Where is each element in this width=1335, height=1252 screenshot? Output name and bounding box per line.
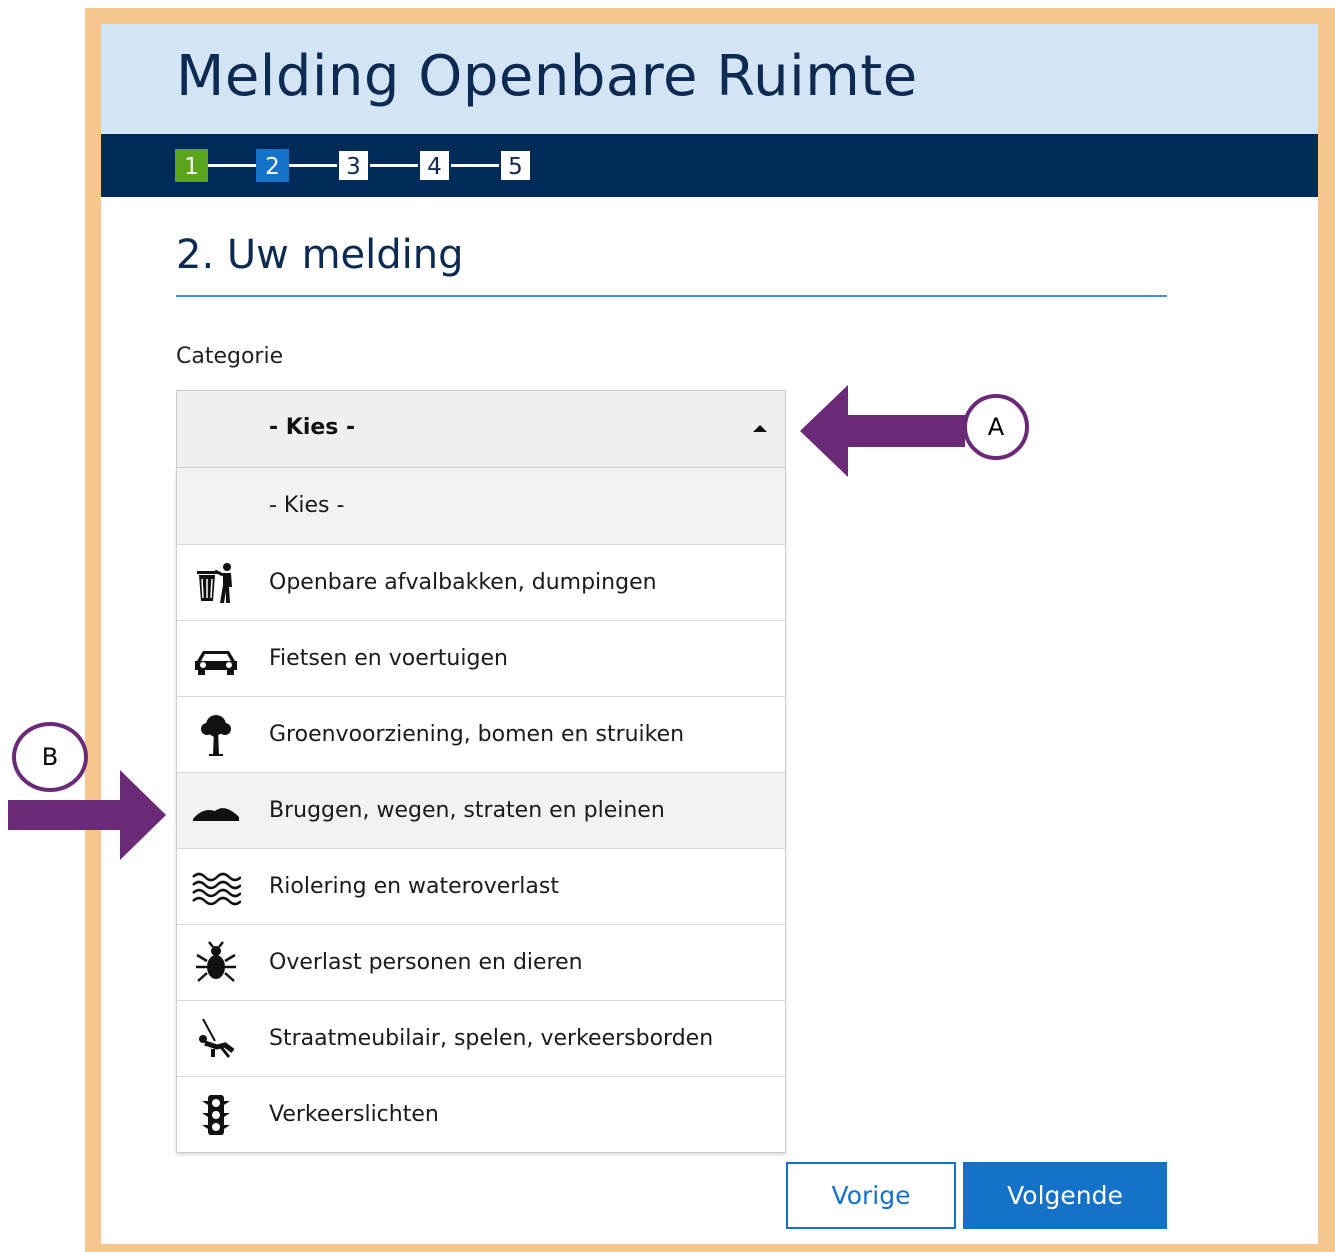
step-3[interactable]: 3 <box>337 149 370 182</box>
annotation-badge-b: B <box>12 722 88 792</box>
option-label: Bruggen, wegen, straten en pleinen <box>269 798 665 823</box>
option-label: Riolering en wateroverlast <box>269 874 559 899</box>
category-dropdown-list: - Kies - Openbare afvalbakken, dumpingen <box>176 468 786 1153</box>
category-option-nuisance[interactable]: Overlast personen en dieren <box>177 924 785 1000</box>
category-option-greenery[interactable]: Groenvoorziening, bomen en struiken <box>177 696 785 772</box>
tree-icon <box>191 713 241 757</box>
category-option-placeholder[interactable]: - Kies - <box>177 468 785 544</box>
option-label: Fietsen en voertuigen <box>269 646 508 671</box>
step-indicator: 1 2 3 4 5 <box>101 134 1318 197</box>
step-2[interactable]: 2 <box>256 149 289 182</box>
trash-person-icon <box>191 561 241 605</box>
car-icon <box>191 637 241 681</box>
category-option-vehicles[interactable]: Fietsen en voertuigen <box>177 620 785 696</box>
category-option-traffic-lights[interactable]: Verkeerslichten <box>177 1076 785 1152</box>
option-label: Groenvoorziening, bomen en struiken <box>269 722 685 747</box>
bug-icon <box>191 941 241 985</box>
category-option-waste[interactable]: Openbare afvalbakken, dumpingen <box>177 544 785 620</box>
option-label: Openbare afvalbakken, dumpingen <box>269 570 657 595</box>
option-label: Straatmeubilair, spelen, verkeersborden <box>269 1026 714 1051</box>
category-option-sewer[interactable]: Riolering en wateroverlast <box>177 848 785 924</box>
traffic-light-icon <box>191 1093 241 1137</box>
annotation-arrow-a <box>800 385 965 477</box>
category-option-street-furniture[interactable]: Straatmeubilair, spelen, verkeersborden <box>177 1000 785 1076</box>
app-title: Melding Openbare Ruimte <box>176 44 918 109</box>
option-label: Overlast personen en dieren <box>269 950 583 975</box>
annotation-badge-a: A <box>963 394 1029 460</box>
water-waves-icon <box>191 865 241 909</box>
previous-button[interactable]: Vorige <box>786 1162 956 1229</box>
swing-icon <box>191 1017 241 1061</box>
section-title: 2. Uw melding <box>176 232 464 278</box>
category-select[interactable]: - Kies - <box>176 390 786 468</box>
next-button[interactable]: Volgende <box>963 1162 1167 1229</box>
step-1[interactable]: 1 <box>175 149 208 182</box>
option-label: Verkeerslichten <box>269 1102 439 1127</box>
category-label: Categorie <box>176 344 284 369</box>
step-4[interactable]: 4 <box>418 149 451 182</box>
category-selected-value: - Kies - <box>269 415 356 440</box>
bridge-icon <box>191 789 241 833</box>
form-page: Melding Openbare Ruimte 1 2 3 4 5 2. Uw … <box>101 24 1318 1244</box>
option-label: - Kies - <box>269 493 345 518</box>
category-option-roads[interactable]: Bruggen, wegen, straten en pleinen <box>177 772 785 848</box>
section-divider <box>176 295 1167 297</box>
app-header: Melding Openbare Ruimte <box>101 24 1318 134</box>
step-5[interactable]: 5 <box>499 149 532 182</box>
chevron-up-icon <box>753 425 767 432</box>
